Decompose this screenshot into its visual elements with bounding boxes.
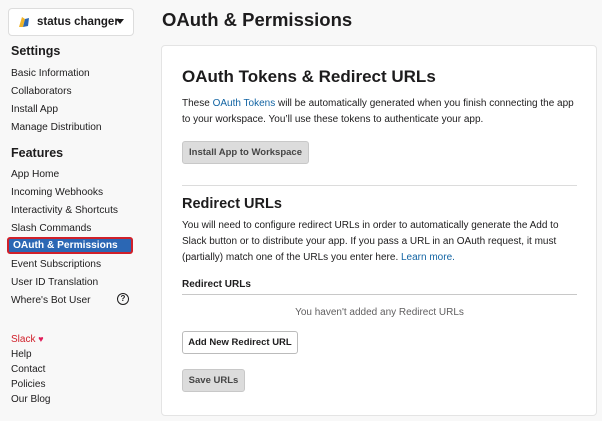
sidebar-item-slash-commands[interactable]: Slash Commands — [11, 223, 91, 234]
tokens-title: OAuth Tokens & Redirect URLs — [182, 67, 436, 86]
footer-slack-label: Slack — [11, 334, 36, 345]
empty-redirect-message: You haven't added any Redirect URLs — [295, 307, 464, 318]
sidebar-item-manage-distribution[interactable]: Manage Distribution — [11, 122, 102, 133]
add-redirect-url-button[interactable]: Add New Redirect URL — [182, 331, 298, 354]
page-title: OAuth & Permissions — [162, 9, 353, 30]
sidebar-item-interactivity[interactable]: Interactivity & Shortcuts — [11, 205, 118, 216]
sidebar-item-user-id-translation[interactable]: User ID Translation — [11, 277, 98, 288]
learn-more-link[interactable]: Learn more. — [401, 252, 455, 263]
label-divider — [182, 294, 577, 295]
tokens-description: These OAuth Tokens will be automatically… — [182, 96, 582, 128]
app-icon — [19, 17, 29, 27]
redirect-urls-label: Redirect URLs — [182, 279, 251, 290]
sidebar-item-install-app[interactable]: Install App — [11, 104, 58, 115]
install-app-button[interactable]: Install App to Workspace — [182, 141, 309, 164]
sidebar-item-incoming-webhooks[interactable]: Incoming Webhooks — [11, 187, 103, 198]
sidebar: status changer Settings Basic Informatio… — [0, 0, 148, 421]
settings-heading: Settings — [11, 44, 61, 58]
features-heading: Features — [11, 146, 64, 160]
footer-contact-link[interactable]: Contact — [11, 364, 45, 375]
heart-icon: ♥ — [38, 334, 44, 344]
footer-policies-link[interactable]: Policies — [11, 379, 45, 390]
save-urls-button[interactable]: Save URLs — [182, 369, 245, 392]
footer-blog-link[interactable]: Our Blog — [11, 394, 50, 405]
footer-slack-link[interactable]: Slack ♥ — [11, 334, 44, 345]
app-switcher[interactable]: status changer — [8, 8, 134, 36]
sidebar-item-wheres-bot-user[interactable]: Where's Bot User — [11, 295, 91, 306]
sidebar-item-oauth-permissions[interactable]: OAuth & Permissions — [7, 237, 133, 254]
help-icon[interactable]: ? — [117, 293, 129, 305]
chevron-down-icon — [116, 19, 124, 24]
app-name: status changer — [37, 16, 119, 28]
redirect-urls-title: Redirect URLs — [182, 196, 282, 212]
sidebar-item-basic-information[interactable]: Basic Information — [11, 68, 90, 79]
sidebar-item-app-home[interactable]: App Home — [11, 169, 59, 180]
redirect-description: You will need to configure redirect URLs… — [182, 218, 582, 266]
section-divider — [182, 185, 577, 186]
sidebar-item-collaborators[interactable]: Collaborators — [11, 86, 72, 97]
redirect-desc-text: You will need to configure redirect URLs… — [182, 220, 559, 263]
oauth-tokens-link[interactable]: OAuth Tokens — [213, 98, 276, 109]
tokens-desc-pre: These — [182, 98, 213, 109]
footer-help-link[interactable]: Help — [11, 349, 32, 360]
sidebar-item-event-subscriptions[interactable]: Event Subscriptions — [11, 259, 101, 270]
oauth-panel: OAuth Tokens & Redirect URLs These OAuth… — [161, 45, 597, 416]
